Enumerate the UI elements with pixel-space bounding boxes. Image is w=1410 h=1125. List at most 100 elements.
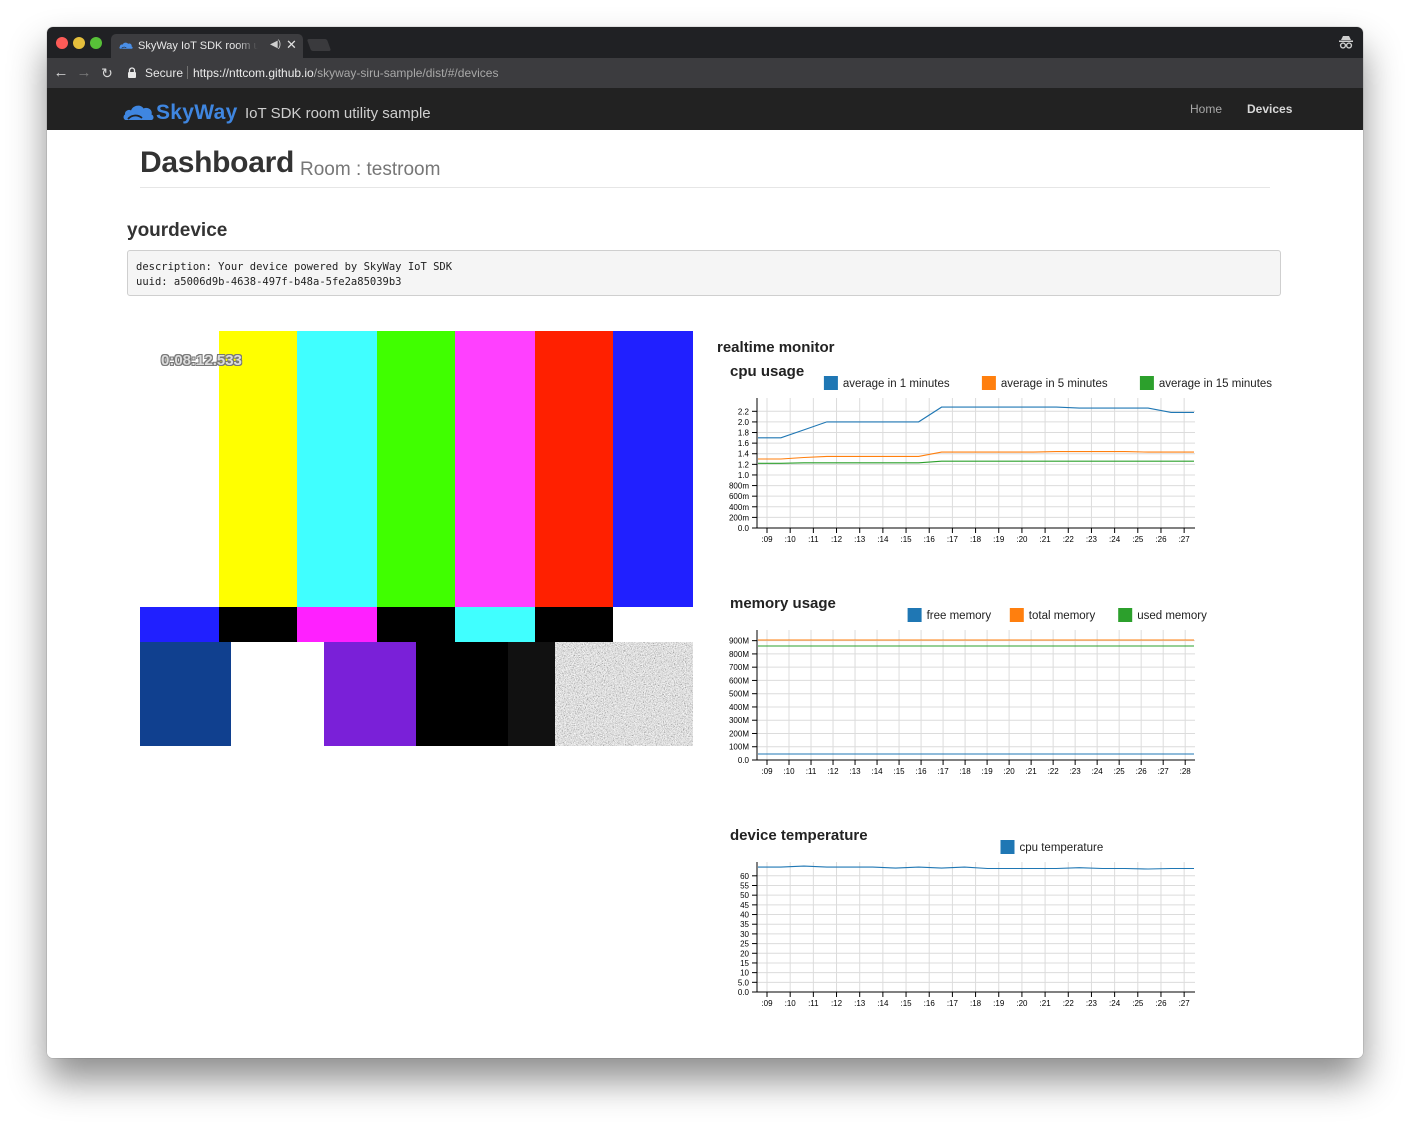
temperature-chart: 0.05.01015202530354045505560:09:10:11:12… (738, 840, 1195, 1008)
x-tick-label: :12 (827, 767, 839, 776)
y-tick-label: 400m (729, 503, 749, 512)
y-tick-label: 800M (729, 650, 749, 659)
y-tick-label: 15 (740, 959, 749, 968)
skyway-cloud-icon (123, 105, 154, 120)
x-tick-label: :24 (1109, 535, 1121, 544)
x-tick-label: :10 (785, 535, 797, 544)
x-tick-label: :19 (993, 999, 1005, 1008)
x-tick-label: :10 (785, 999, 797, 1008)
x-tick-label: :11 (808, 999, 819, 1008)
url-host: https://nttcom.github.io (193, 66, 314, 80)
forward-arrow-icon[interactable]: → (75, 64, 93, 82)
x-tick-label: :20 (1016, 999, 1028, 1008)
page-header: Dashboard Room : testroom (140, 143, 1270, 188)
x-tick-label: :16 (916, 767, 928, 776)
legend-label: cpu temperature (1020, 842, 1104, 854)
x-tick-label: :15 (893, 767, 905, 776)
y-tick-label: 1.2 (738, 460, 750, 469)
y-tick-label: 50 (740, 891, 749, 900)
x-tick-label: :13 (849, 767, 861, 776)
legend-label: free memory (927, 610, 992, 622)
new-tab-button[interactable] (306, 39, 332, 51)
color-bars-test-pattern (140, 331, 693, 746)
x-tick-label: :28 (1180, 767, 1192, 776)
skyway-cloud-icon (119, 42, 133, 49)
x-tick-label: :16 (924, 535, 936, 544)
y-tick-label: 5.0 (738, 978, 750, 987)
y-tick-label: 1.6 (738, 439, 750, 448)
window-maximize-button[interactable] (90, 37, 102, 49)
y-tick-label: 600m (729, 492, 749, 501)
x-tick-label: :26 (1155, 999, 1167, 1008)
lock-icon (128, 67, 136, 78)
x-tick-label: :25 (1114, 767, 1126, 776)
legend-swatch (907, 608, 922, 622)
y-tick-label: 700M (729, 663, 749, 672)
x-tick-label: :23 (1070, 767, 1082, 776)
window-close-button[interactable] (56, 37, 68, 49)
browser-toolbar: ← → ↻ Secure https://nttcom.github.io/sk… (47, 58, 1363, 111)
y-tick-label: 400M (729, 703, 749, 712)
chart-legend: average in 1 minutes average in 5 minutes… (823, 376, 1272, 390)
browser-tab[interactable]: SkyWay IoT SDK room utility sample ◀) ✕ (111, 34, 303, 58)
tab-title: SkyWay IoT SDK room utility sample (138, 40, 258, 54)
x-tick-label: :11 (808, 535, 819, 544)
x-tick-label: :21 (1040, 535, 1052, 544)
x-tick-label: :13 (854, 535, 866, 544)
legend-swatch (981, 376, 996, 390)
legend-label: total memory (1029, 610, 1096, 622)
y-tick-label: 300M (729, 716, 749, 725)
y-tick-label: 35 (740, 920, 749, 929)
room-subtitle: Room : testroom (300, 159, 441, 180)
y-tick-label: 100M (729, 743, 749, 752)
legend-swatch (1139, 376, 1154, 390)
legend-swatch (1000, 840, 1015, 854)
tab-strip: SkyWay IoT SDK room utility sample ◀) ✕ (47, 27, 1363, 58)
legend-swatch (823, 376, 838, 390)
y-tick-label: 500M (729, 690, 749, 699)
x-tick-label: :25 (1132, 999, 1144, 1008)
x-tick-label: :16 (924, 999, 936, 1008)
address-bar[interactable]: Secure https://nttcom.github.io/skyway-s… (122, 61, 1325, 84)
tab-close-icon[interactable]: ✕ (286, 37, 297, 53)
x-tick-label: :22 (1048, 767, 1060, 776)
page-title: Dashboard (140, 146, 294, 179)
nav-home-link[interactable]: Home (1190, 102, 1222, 116)
chart-legend: free memory total memory used memory (907, 608, 1207, 622)
y-tick-label: 0.0 (738, 756, 750, 765)
x-tick-label: :14 (877, 535, 889, 544)
speaker-icon[interactable]: ◀) (270, 39, 281, 50)
y-tick-label: 55 (740, 881, 749, 890)
incognito-icon (1339, 36, 1353, 49)
x-tick-label: :27 (1179, 535, 1191, 544)
x-tick-label: :17 (947, 535, 959, 544)
y-tick-label: 2.0 (738, 418, 750, 427)
legend-label: average in 5 minutes (1001, 378, 1108, 390)
x-tick-label: :12 (831, 535, 843, 544)
x-tick-label: :15 (900, 535, 912, 544)
y-tick-label: 60 (740, 872, 749, 881)
site-navbar: SkyWay IoT SDK room utility sample Home … (47, 88, 1363, 130)
x-tick-label: :11 (806, 767, 817, 776)
x-tick-label: :20 (1016, 535, 1028, 544)
brand-subtitle: IoT SDK room utility sample (245, 105, 431, 122)
y-tick-label: 30 (740, 930, 749, 939)
x-tick-label: :22 (1063, 535, 1075, 544)
y-tick-label: 1.4 (738, 450, 750, 459)
x-tick-label: :23 (1086, 999, 1098, 1008)
y-tick-label: 800m (729, 482, 749, 491)
y-tick-label: 0.0 (738, 524, 750, 533)
video-stream[interactable]: 0:08:12.533 (140, 331, 693, 746)
web-page: SkyWay IoT SDK room utility sample Home … (47, 88, 1363, 1058)
browser-window: SkyWay IoT SDK room utility sample ◀) ✕ … (47, 27, 1363, 1058)
window-minimize-button[interactable] (73, 37, 85, 49)
device-name: yourdevice (127, 220, 228, 241)
reload-icon[interactable]: ↻ (98, 64, 116, 82)
x-tick-label: :26 (1155, 535, 1167, 544)
y-tick-label: 600M (729, 676, 749, 685)
memory-usage-chart: 0.0 100M 200M 300M 400M 500M 600M 700M 800M 900M:… (729, 608, 1207, 776)
back-arrow-icon[interactable]: ← (52, 64, 70, 82)
nav-devices-link[interactable]: Devices (1247, 102, 1292, 116)
x-tick-label: :21 (1026, 767, 1038, 776)
url-text[interactable]: https://nttcom.github.io/skyway-siru-sam… (193, 66, 498, 80)
